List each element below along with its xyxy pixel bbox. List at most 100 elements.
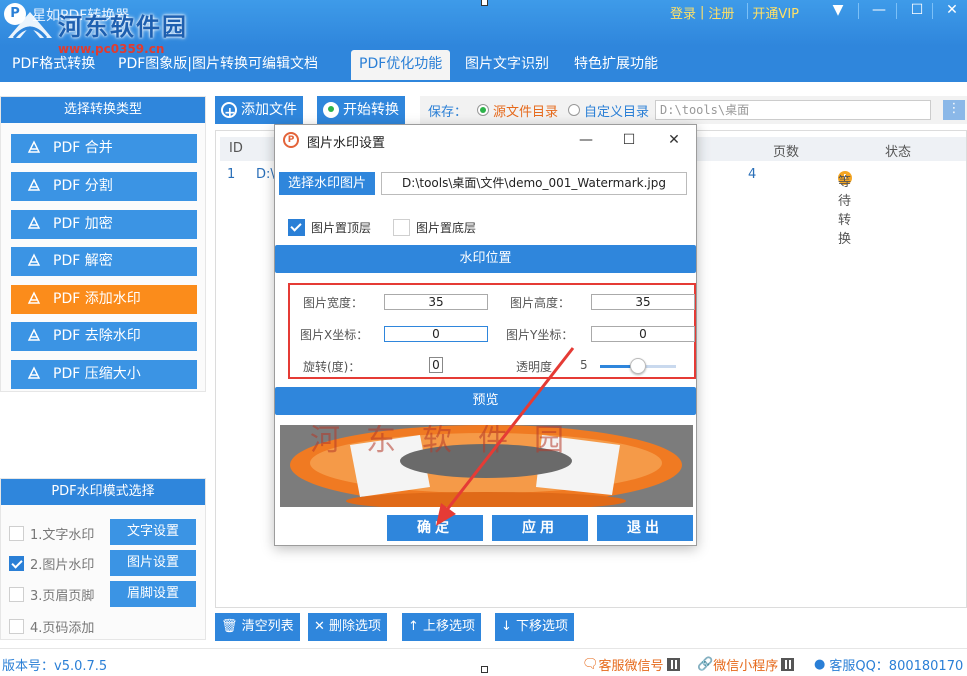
y-input[interactable]: 0 xyxy=(591,326,695,342)
delete-item-button[interactable]: ✕ 删除选项 xyxy=(308,613,388,641)
mode-page-number[interactable]: 4.页码添加 xyxy=(9,616,94,636)
exit-button[interactable]: 退出 xyxy=(597,515,693,541)
choose-watermark-image-button[interactable]: 选择水印图片 xyxy=(279,172,375,195)
row-pages: 4 xyxy=(748,167,757,182)
dialog-maximize-icon[interactable]: ☐ xyxy=(614,129,644,151)
move-up-label: 上移选项 xyxy=(423,619,476,634)
pdf-remove-watermark-button[interactable]: PDF 去除水印 xyxy=(11,322,197,351)
dialog-logo-icon: P xyxy=(283,132,299,148)
preview-button[interactable]: 预览 xyxy=(275,387,696,415)
text-settings-button[interactable]: 文字设置 xyxy=(110,519,196,545)
mode-image-watermark[interactable]: 2.图片水印 xyxy=(9,553,94,573)
register-link[interactable]: 注册 xyxy=(708,3,734,22)
pdf-encrypt-button[interactable]: PDF 加密 xyxy=(11,210,197,239)
dialog-close-icon[interactable]: ✕ xyxy=(659,129,689,151)
top-layer-option[interactable]: 图片置顶层 xyxy=(288,219,371,236)
apply-button[interactable]: 应用 xyxy=(492,515,588,541)
qr-code-icon[interactable] xyxy=(781,658,795,671)
pdf-split-button[interactable]: PDF 分割 xyxy=(11,172,197,201)
browse-more-button[interactable]: ⋮ xyxy=(943,100,965,120)
start-convert-button[interactable]: 开始转换 xyxy=(317,96,405,124)
y-label: 图片Y坐标： xyxy=(506,328,574,342)
page-number-checkbox[interactable] xyxy=(9,618,24,634)
pdf-merge-button[interactable]: PDF 合并 xyxy=(11,134,197,163)
mini-program-link[interactable]: 🔗 微信小程序 xyxy=(697,655,795,674)
pdf-merge-label: PDF 合并 xyxy=(53,140,113,156)
close-icon[interactable]: ✕ xyxy=(937,0,967,22)
header-footer-settings-button[interactable]: 眉脚设置 xyxy=(110,581,196,607)
pdf-add-watermark-button[interactable]: PDF 添加水印 xyxy=(11,285,197,314)
minimize-icon[interactable]: — xyxy=(864,0,894,22)
tab-pdf-optimize[interactable]: PDF优化功能 xyxy=(351,50,451,80)
rotate-input[interactable]: 0 xyxy=(429,357,443,373)
custom-dir-radio[interactable] xyxy=(568,104,581,116)
text-watermark-checkbox[interactable] xyxy=(9,525,24,541)
mini-program-label: 微信小程序 xyxy=(713,659,779,674)
link-icon: 🔗 xyxy=(697,657,714,672)
pdf-compress-button[interactable]: PDF 压缩大小 xyxy=(11,360,197,389)
dialog-minimize-icon[interactable]: — xyxy=(571,129,601,151)
resize-handle-bottom[interactable] xyxy=(481,666,488,673)
title-separator xyxy=(747,3,748,19)
source-dir-label: 源文件目录 xyxy=(493,104,559,120)
resize-handle-top[interactable] xyxy=(481,0,488,6)
clear-list-button[interactable]: 🗑 清空列表 xyxy=(215,613,300,641)
col-status: 状态 xyxy=(885,145,912,160)
row-filename: D:\ xyxy=(256,167,275,182)
arrow-up-icon: ↑ xyxy=(408,619,419,634)
title-separator xyxy=(858,3,859,19)
width-input[interactable]: 35 xyxy=(384,294,488,310)
pdf-icon xyxy=(27,291,41,304)
account-links: 登录 | 注册 开通VIP xyxy=(670,2,799,22)
conversion-type-header: 选择转换类型 xyxy=(1,97,205,123)
text-watermark-label: 1.文字水印 xyxy=(30,527,95,543)
wechat-service-link[interactable]: 🗨 客服微信号 xyxy=(582,655,680,674)
x-input[interactable]: 0 xyxy=(384,326,488,342)
title-separator xyxy=(896,3,897,19)
vip-link[interactable]: 开通VIP xyxy=(752,3,799,22)
pdf-icon xyxy=(27,140,41,153)
ok-button[interactable]: 确定 xyxy=(387,515,483,541)
pdf-decrypt-button[interactable]: PDF 解密 xyxy=(11,247,197,276)
qq-service-link[interactable]: ● 客服QQ：800180170 xyxy=(814,655,963,674)
output-path-input[interactable]: D:\tools\桌面 xyxy=(655,100,932,120)
move-down-button[interactable]: ↓ 下移选项 xyxy=(495,613,575,641)
conversion-type-panel: 选择转换类型 PDF 合并 PDF 分割 PDF 加密 PDF 解密 PDF 添… xyxy=(0,96,206,392)
version-label: 版本号：v5.0.7.5 xyxy=(2,659,108,674)
mode-header-footer[interactable]: 3.页眉页脚 xyxy=(9,584,94,604)
tab-image-ocr[interactable]: 图片文字识别 xyxy=(465,50,549,80)
mode-text-watermark[interactable]: 1.文字水印 xyxy=(9,523,94,543)
save-label: 保存： xyxy=(428,104,468,120)
link-separator: | xyxy=(700,4,705,20)
top-layer-checkbox[interactable] xyxy=(288,219,305,236)
maximize-icon[interactable]: ☐ xyxy=(902,0,932,22)
preview-watermark-text: 河东软件园 xyxy=(310,425,590,458)
opacity-slider-thumb[interactable] xyxy=(630,358,646,374)
image-watermark-checkbox[interactable] xyxy=(9,555,24,571)
pdf-icon xyxy=(27,178,41,191)
bottom-layer-checkbox[interactable] xyxy=(393,219,410,236)
footer-divider xyxy=(0,648,967,649)
pdf-icon xyxy=(27,366,41,379)
tab-extensions[interactable]: 特色扩展功能 xyxy=(574,50,658,80)
source-dir-radio[interactable] xyxy=(477,104,490,116)
col-pages: 页数 xyxy=(773,145,800,160)
height-input[interactable]: 35 xyxy=(591,294,695,310)
menu-dropdown-icon[interactable]: ▼ xyxy=(823,0,853,22)
qr-code-icon[interactable] xyxy=(666,658,680,671)
watermark-image-path[interactable]: D:\tools\桌面\文件\demo_001_Watermark.jpg xyxy=(381,172,687,195)
pdf-split-label: PDF 分割 xyxy=(53,178,113,194)
bottom-layer-option[interactable]: 图片置底层 xyxy=(393,219,476,236)
custom-dir-label: 自定义目录 xyxy=(584,104,650,120)
opacity-label: 透明度 xyxy=(516,360,553,374)
height-label: 图片高度： xyxy=(510,296,571,310)
login-link[interactable]: 登录 xyxy=(670,3,696,22)
watermark-site-name: 河东软件园 xyxy=(58,12,188,41)
add-file-button[interactable]: 添加文件 xyxy=(215,96,303,127)
image-settings-button[interactable]: 图片设置 xyxy=(110,550,196,576)
header-footer-checkbox[interactable] xyxy=(9,586,24,602)
move-up-button[interactable]: ↑ 上移选项 xyxy=(402,613,482,641)
dialog-title-bar: P 图片水印设置 — ☐ ✕ xyxy=(275,125,696,155)
opacity-slider[interactable] xyxy=(600,358,676,374)
move-down-label: 下移选项 xyxy=(516,619,569,634)
